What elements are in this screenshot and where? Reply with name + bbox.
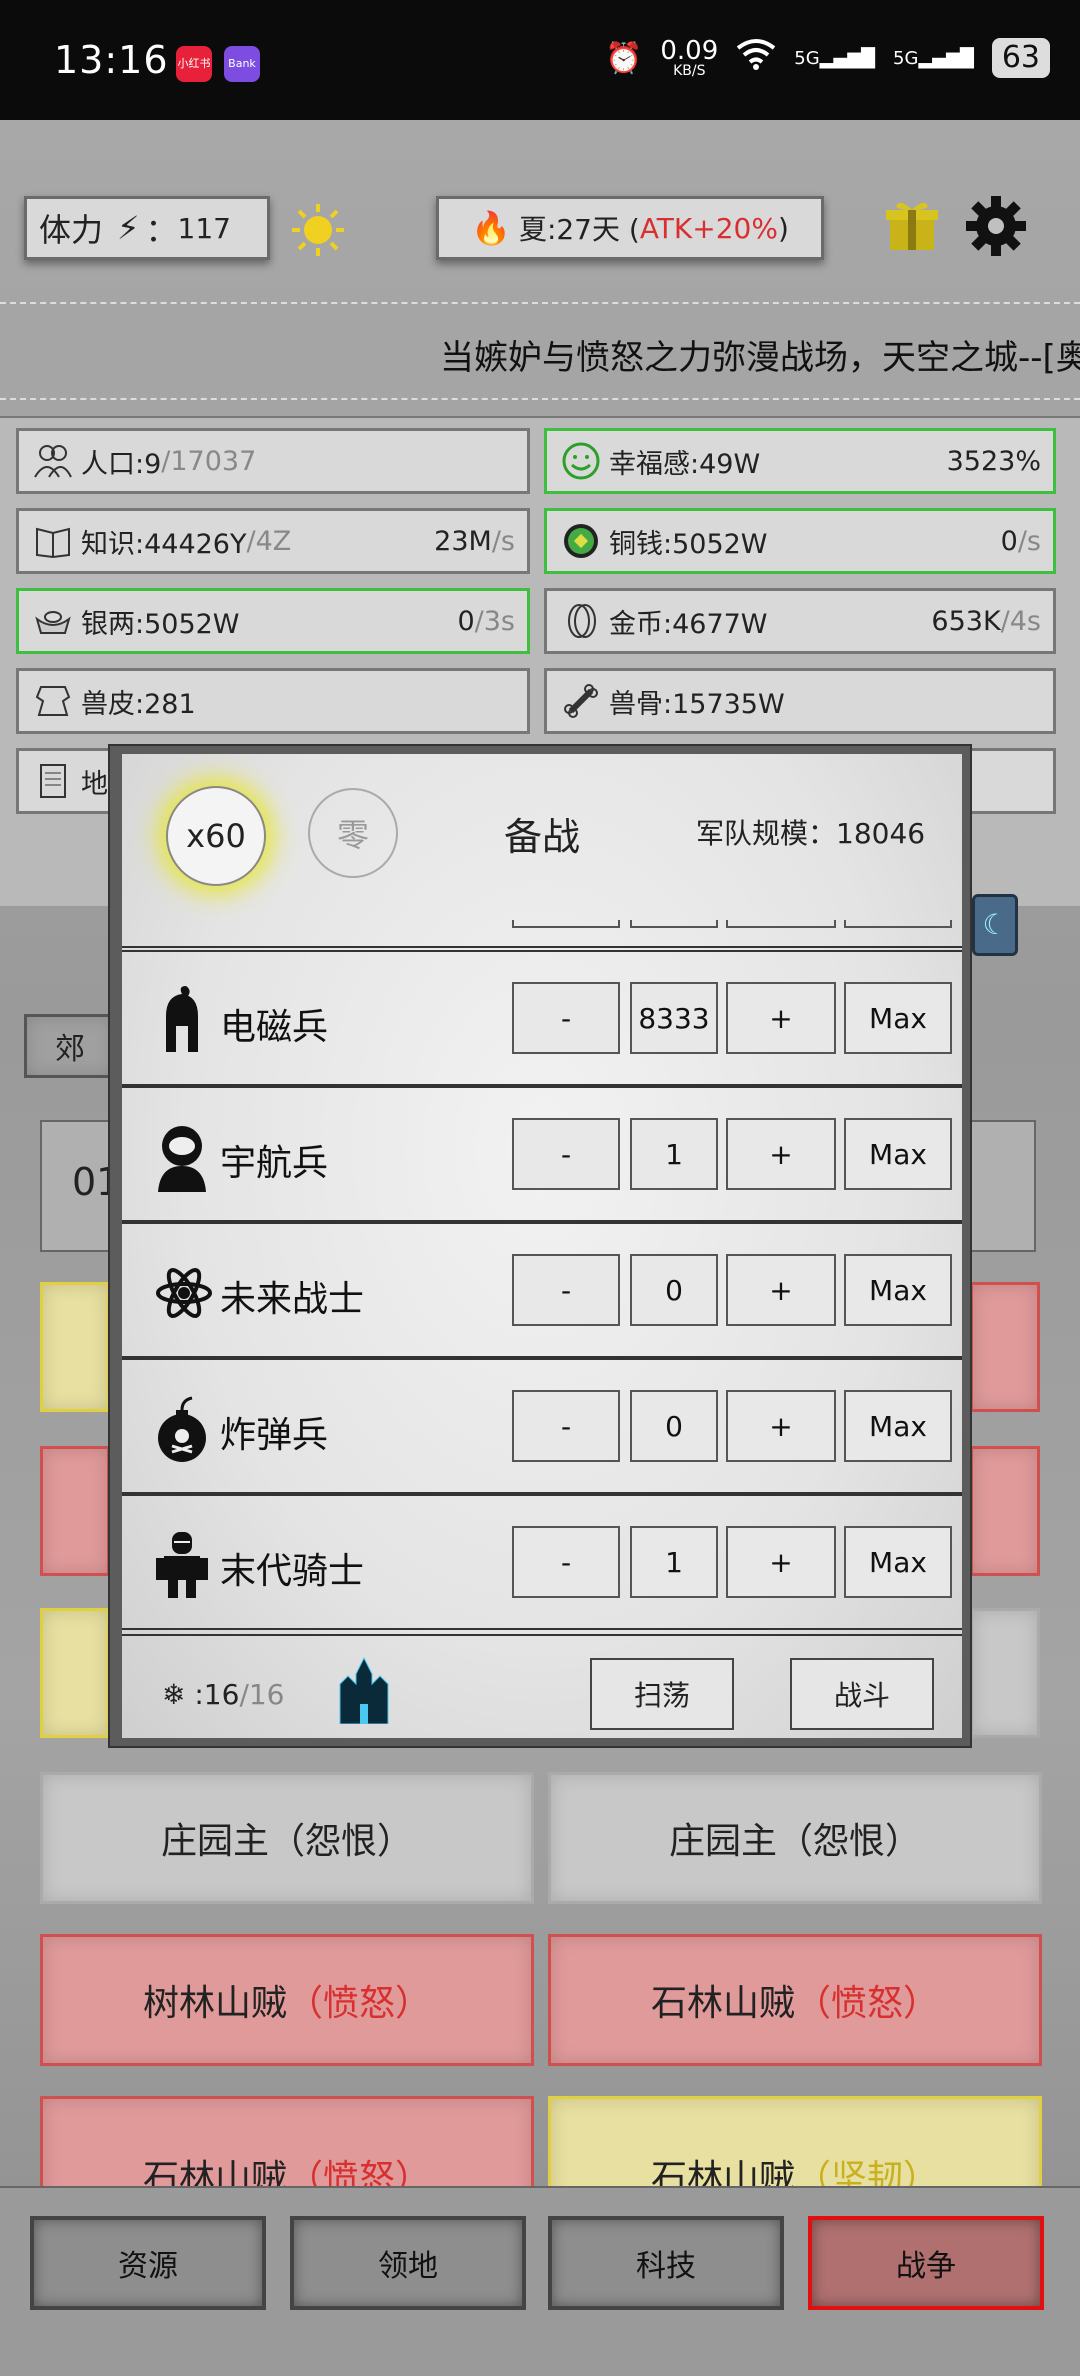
reset-zero-button[interactable]: 零 xyxy=(308,788,398,878)
resource-knowledge: 知识:44426Y/4Z 23M/s xyxy=(16,508,530,574)
alarm-icon: ⏰ xyxy=(605,40,643,76)
castle-icon[interactable] xyxy=(334,1654,394,1724)
quantity-field[interactable]: 1 xyxy=(630,1118,718,1190)
atom-icon xyxy=(156,1268,212,1318)
unit-row: 末代骑士 - 1 + Max xyxy=(122,1494,962,1630)
fire-icon: 🔥 xyxy=(471,209,511,247)
decrease-button[interactable]: - xyxy=(512,1390,620,1462)
astronaut-icon xyxy=(158,1126,206,1192)
document-icon xyxy=(40,764,66,798)
copper-coin-icon xyxy=(564,524,598,558)
signal-5g-icon-2: 5G▂▄▆█ xyxy=(893,47,974,69)
battery-icon: 63 xyxy=(991,38,1050,78)
clock: 13:16 xyxy=(54,38,169,82)
resource-gold: 金币:4677W 653K/4s xyxy=(544,588,1056,654)
unit-row: 电磁兵 - 8333 + Max xyxy=(122,950,962,1086)
xiaohongshu-icon: 小红书 xyxy=(176,46,212,82)
army-size: 军队规模：18046 xyxy=(696,817,926,850)
hide-icon xyxy=(35,686,71,716)
quantity-field[interactable]: 0 xyxy=(630,1390,718,1462)
decrease-button[interactable]: - xyxy=(512,1526,620,1598)
unit-row: 未来战士 - 0 + Max xyxy=(122,1222,962,1358)
unit-row-partial xyxy=(122,920,962,948)
increase-button[interactable]: + xyxy=(726,982,836,1054)
bottom-nav: 资源 领地 科技 战争 xyxy=(0,2186,1080,2376)
max-button[interactable]: Max xyxy=(844,1390,952,1462)
wifi-icon xyxy=(736,38,776,78)
dialog-title: 备战 xyxy=(504,815,581,859)
smiley-icon xyxy=(562,442,600,480)
increase-button[interactable]: + xyxy=(726,1118,836,1190)
max-button[interactable]: Max xyxy=(844,1254,952,1326)
max-button[interactable]: Max xyxy=(844,982,952,1054)
status-bar: 13:16 小红书 Bank ⏰ 0.09 KB/S 5G▂▄▆█ 5G▂▄▆█… xyxy=(0,0,1080,120)
target-button-2[interactable]: 庄园主（怨恨） xyxy=(548,1772,1042,1904)
lightning-icon: ⚡ xyxy=(117,209,140,247)
nav-territory[interactable]: 领地 xyxy=(290,2216,526,2310)
bomb-icon xyxy=(158,1396,206,1462)
multiplier-x60-button[interactable]: x60 xyxy=(166,786,266,886)
bg-target-strip-2 xyxy=(40,1446,110,1576)
increase-button[interactable]: + xyxy=(726,1254,836,1326)
nav-war[interactable]: 战争 xyxy=(808,2216,1044,2310)
net-speed: 0.09 KB/S xyxy=(660,36,719,79)
unit-row: 宇航兵 - 1 + Max xyxy=(122,1086,962,1222)
decrease-button[interactable]: - xyxy=(512,1254,620,1326)
resource-copper: 铜钱:5052W 0/s xyxy=(544,508,1056,574)
announcement-marquee: 当嫉妒与愤怒之力弥漫战场，天空之城--[奥 xyxy=(0,302,1080,400)
snowflake-icon: ❄ xyxy=(162,1678,186,1711)
knight-icon xyxy=(156,1532,208,1598)
battle-prep-dialog: x60 零 备战 军队规模：18046 电磁兵 - 8333 + Max 宇航兵… xyxy=(108,744,972,1748)
max-button[interactable]: Max xyxy=(844,1118,952,1190)
resource-hide: 兽皮:281 xyxy=(16,668,530,734)
bg-target-strip-6 xyxy=(970,1608,1040,1738)
target-button-4[interactable]: 石林山贼 （愤怒） xyxy=(548,1934,1042,2066)
resource-happiness: 幸福感:49W 3523% xyxy=(544,428,1056,494)
bone-icon xyxy=(564,684,598,718)
bg-target-strip-1 xyxy=(40,1282,110,1412)
signal-5g-icon: 5G▂▄▆█ xyxy=(794,47,876,69)
quantity-field[interactable]: 1 xyxy=(630,1526,718,1598)
gift-icon[interactable] xyxy=(886,198,938,254)
resource-population: 人口:9/17037 xyxy=(16,428,530,494)
target-button-1[interactable]: 庄园主（怨恨） xyxy=(40,1772,534,1904)
spartan-helmet-icon xyxy=(166,986,198,1052)
bg-target-strip-3 xyxy=(40,1608,110,1738)
decrease-button[interactable]: - xyxy=(512,1118,620,1190)
gear-icon[interactable] xyxy=(964,194,1028,258)
gold-coins-icon xyxy=(568,604,596,638)
book-icon xyxy=(36,527,70,559)
stamina-box: 体力 ⚡ ： 117 xyxy=(24,196,270,260)
generation-counter: ❄ :16/16 xyxy=(162,1678,285,1711)
nav-technology[interactable]: 科技 xyxy=(548,2216,784,2310)
dialog-paper: x60 零 备战 军队规模：18046 电磁兵 - 8333 + Max 宇航兵… xyxy=(122,754,962,1738)
increase-button[interactable]: + xyxy=(726,1526,836,1598)
sun-icon xyxy=(292,204,344,256)
sweep-button[interactable]: 扫荡 xyxy=(590,1658,734,1730)
quantity-field[interactable]: 8333 xyxy=(630,982,718,1054)
dialog-footer: ❄ :16/16 扫荡 战斗 xyxy=(122,1634,962,1738)
unit-row: 炸弹兵 - 0 + Max xyxy=(122,1358,962,1494)
resource-silver: 银两:5052W 0/3s xyxy=(16,588,530,654)
target-button-3[interactable]: 树林山贼 （愤怒） xyxy=(40,1934,534,2066)
increase-button[interactable]: + xyxy=(726,1390,836,1462)
quantity-field[interactable]: 0 xyxy=(630,1254,718,1326)
nav-resources[interactable]: 资源 xyxy=(30,2216,266,2310)
season-box: 🔥 夏:27天 (ATK+20%) xyxy=(436,196,824,260)
suburb-tab[interactable]: 郊 xyxy=(24,1014,116,1078)
bg-target-strip-5 xyxy=(970,1446,1040,1576)
people-icon xyxy=(34,445,72,478)
fight-button[interactable]: 战斗 xyxy=(790,1658,934,1730)
max-button[interactable]: Max xyxy=(844,1526,952,1598)
card-icon[interactable]: ☾ xyxy=(972,894,1018,956)
resource-bone: 兽骨:15735W xyxy=(544,668,1056,734)
system-icons: ⏰ 0.09 KB/S 5G▂▄▆█ 5G▂▄▆█ 63 xyxy=(605,38,1050,78)
decrease-button[interactable]: - xyxy=(512,982,620,1054)
silver-ingot-icon xyxy=(35,611,71,634)
bank-app-icon: Bank xyxy=(224,46,260,82)
bg-target-strip-4 xyxy=(970,1282,1040,1412)
